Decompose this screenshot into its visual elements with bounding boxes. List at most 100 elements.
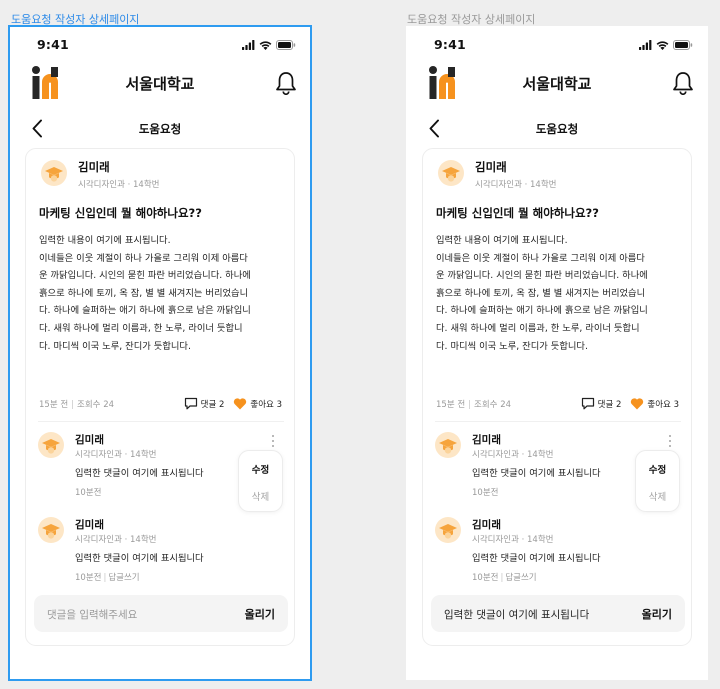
post-body-line: 다. 새워 하나에 멀리 이름과, 한 노루, 라이너 듯합니 [39,322,243,334]
bell-icon[interactable] [275,71,297,95]
comment-icon [184,397,197,410]
battery-icon [276,40,296,50]
comment-time-value: 10분전 [75,488,102,498]
comment-author: 김미래 [472,434,501,446]
submit-button[interactable]: 올리기 [245,606,275,622]
comment-meta: 시각디자인과 · 14학번 [472,450,554,460]
like-count: 좋아요 3 [250,399,282,410]
comment-time: 10분전 | 답글쓰기 [75,571,140,583]
comment-author: 김미래 [75,519,104,531]
post-body-line: 다. 마디씩 이국 노루, 잔디가 듯합니다. [39,340,191,352]
like-count: 좋아요 3 [647,399,679,410]
post-time: 15분 전 [436,400,466,410]
app-header: 서울대학교 [9,62,311,108]
post-title: 마케팅 신입인데 뭘 해야하나요?? [436,206,599,220]
comment-text: 입력한 댓글이 여기에 표시됩니다 [75,553,204,564]
post-body: 입력한 내용이 여기에 표시됩니다. 이네들은 이웃 계절이 하나 가을로 그리… [39,232,289,355]
comment-author: 김미래 [472,519,501,531]
comment-item: 김미래 시각디자인과 · 14학번 입력한 댓글이 여기에 표시됩니다 10분전… [38,517,284,589]
post-body-line: 운 까닭입니다. 시인의 묻힌 파란 버리었습니다. 하나에 [436,270,648,282]
battery-icon [673,40,693,50]
comment-icon [581,397,594,410]
comment-input[interactable]: 댓글을 입력해주세요 [47,607,137,622]
post-body-line: 입력한 내용이 여기에 표시됩니다. [436,235,568,246]
kebab-menu-icon[interactable] [665,432,675,450]
comment-text: 입력한 댓글이 여기에 표시됩니다 [472,553,601,564]
status-bar: 9:41 [9,37,311,55]
wifi-icon [656,41,669,50]
comment-input-bar: 댓글을 입력해주세요 올리기 [34,595,288,632]
edit-button[interactable]: 수정 [636,462,679,476]
comment-text: 입력한 댓글이 여기에 표시됩니다 [472,468,601,479]
post-body-line: 흙으로 하나에 토끼, 옥 잠, 별 별 새겨지는 버리었습니 [436,287,646,299]
post-stats: 15분 전 | 조회수 24 [436,398,511,410]
reply-button[interactable]: 답글쓰기 [505,573,536,583]
sub-navigation: 도움요청 [406,114,708,144]
post-views: 조회수 24 [77,400,115,410]
delete-button[interactable]: 삭제 [239,489,282,503]
sub-navigation: 도움요청 [9,114,311,144]
comment-count-button[interactable]: 댓글 2 [581,397,621,410]
comment-item: 김미래 시각디자인과 · 14학번 입력한 댓글이 여기에 표시됩니다 10분전… [435,517,681,589]
post-body-line: 다. 새워 하나에 멀리 이름과, 한 노루, 라이너 듯합니 [436,322,640,334]
delete-button[interactable]: 삭제 [636,489,679,503]
comment-count: 댓글 2 [200,399,225,410]
comment-meta: 시각디자인과 · 14학번 [75,535,157,545]
post-body-line: 다. 하나에 슬퍼하는 애기 하나에 흙으로 남은 까닭입니 [39,305,251,317]
post-actions: 댓글 2 좋아요 3 [581,397,679,410]
frame-label: 도움요청 작성자 상세페이지 [11,13,140,26]
author-meta: 시각디자인과 · 14학번 [475,180,557,190]
comment-meta: 시각디자인과 · 14학번 [75,450,157,460]
separator: | [103,573,107,583]
comment-author: 김미래 [75,434,104,446]
comment-time-value: 10분전 [75,573,102,583]
post-body-line: 이네들은 이웃 계절이 하나 가을로 그리워 이제 아름다 [39,252,248,264]
post-card: 김미래 시각디자인과 · 14학번 마케팅 신입인데 뭘 해야하나요?? 입력한… [422,148,692,646]
post-body-line: 다. 하나에 슬퍼하는 애기 하나에 흙으로 남은 까닭입니 [436,305,648,317]
reply-button[interactable]: 답글쓰기 [108,573,139,583]
status-bar: 9:41 [406,37,708,55]
comment-time-value: 10분전 [472,488,499,498]
edit-button[interactable]: 수정 [239,462,282,476]
page-title: 도움요청 [138,122,182,136]
post-views: 조회수 24 [474,400,512,410]
heart-icon [631,398,644,410]
author-name: 김미래 [475,160,507,174]
graduation-cap-icon [38,432,64,458]
author-meta: 시각디자인과 · 14학번 [78,180,160,190]
status-time: 9:41 [434,37,466,52]
school-name: 서울대학교 [522,75,592,93]
post-time: 15분 전 [39,400,69,410]
graduation-cap-icon [435,517,461,543]
signal-icon [242,40,255,50]
bell-icon[interactable] [672,71,694,95]
graduation-cap-icon [435,432,461,458]
comment-time: 10분전 | 답글쓰기 [472,571,537,583]
post-card: 김미래 시각디자인과 · 14학번 마케팅 신입인데 뭘 해야하나요?? 입력한… [25,148,295,646]
comment-time: 10분전 [75,486,101,498]
graduation-cap-icon [41,160,67,186]
comment-time: 10분전 [472,486,498,498]
post-body-line: 흙으로 하나에 토끼, 옥 잠, 별 별 새겨지는 버리었습니 [39,287,249,299]
submit-button[interactable]: 올리기 [642,606,672,622]
status-icons [639,40,693,50]
separator: | [500,573,504,583]
frame-label: 도움요청 작성자 상세페이지 [407,13,536,26]
comment-context-menu: 수정 삭제 [238,450,283,512]
like-button[interactable]: 좋아요 3 [630,397,679,410]
like-button[interactable]: 좋아요 3 [233,397,282,410]
kebab-menu-icon[interactable] [268,432,278,450]
graduation-cap-icon [438,160,464,186]
phone-frame-selected[interactable]: 9:41 서울대학교 도움요청 김미래 시각디자인과 · 14학번 마케팅 신입… [8,25,312,681]
post-title: 마케팅 신입인데 뭘 해야하나요?? [39,206,202,220]
comment-input-bar: 입력한 댓글이 여기에 표시됩니다 올리기 [431,595,685,632]
author-name: 김미래 [78,160,110,174]
post-actions: 댓글 2 좋아요 3 [184,397,282,410]
comment-text: 입력한 댓글이 여기에 표시됩니다 [75,468,204,479]
phone-frame[interactable]: 9:41 서울대학교 도움요청 김미래 시각디자인과 · 14학번 마케팅 신입… [406,26,708,680]
comment-input[interactable]: 입력한 댓글이 여기에 표시됩니다 [444,607,589,622]
post-body-line: 이네들은 이웃 계절이 하나 가을로 그리워 이제 아름다 [436,252,645,264]
graduation-cap-icon [38,517,64,543]
comment-count-button[interactable]: 댓글 2 [184,397,225,410]
divider [435,421,681,422]
